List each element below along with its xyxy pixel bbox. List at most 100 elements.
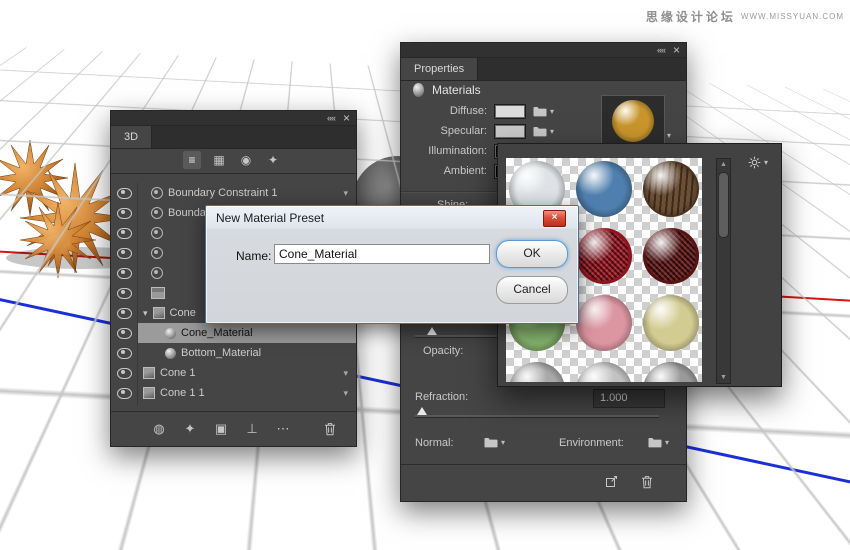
scene-row-boundary-constraint-1[interactable]: Boundary Constraint 1 <box>111 183 356 203</box>
delete-button[interactable] <box>324 422 336 436</box>
picker-menu-button[interactable] <box>748 156 768 169</box>
material-preview[interactable] <box>601 95 665 147</box>
material-preset-gray[interactable] <box>643 362 699 382</box>
material-preset-blue[interactable] <box>576 161 632 217</box>
materials-icon <box>413 83 424 97</box>
opacity-slider-handle[interactable] <box>427 327 437 335</box>
scene-filter-icon[interactable]: ≡ <box>183 151 201 169</box>
chevron-down-icon[interactable] <box>343 368 348 379</box>
material-preset-pink[interactable] <box>576 295 632 351</box>
material-preview-dropdown-arrow[interactable] <box>667 131 671 140</box>
folder-icon <box>533 105 547 117</box>
visibility-toggle[interactable] <box>111 223 137 243</box>
preset-cell <box>573 158 635 220</box>
visibility-toggle[interactable] <box>111 323 137 343</box>
preset-cell <box>640 359 702 382</box>
close-panel-button[interactable]: × <box>343 112 350 124</box>
diffuse-color-swatch[interactable] <box>494 103 526 119</box>
visibility-toggle[interactable] <box>111 383 137 403</box>
scroll-down-icon[interactable]: ▼ <box>717 374 730 381</box>
watermark-site-name: 思缘设计论坛 <box>645 10 736 24</box>
export-material-button[interactable] <box>605 475 618 488</box>
visibility-toggle[interactable] <box>111 343 137 363</box>
eye-icon <box>116 267 132 279</box>
visibility-toggle[interactable] <box>111 303 137 323</box>
specular-color-swatch[interactable] <box>494 123 526 139</box>
photoshop-3d-workspace: 思缘设计论坛 WWW.MISSYUAN.COM «« × 3D ≡ ▦ ◉ ✦ B… <box>0 0 850 550</box>
visibility-toggle[interactable] <box>111 183 137 203</box>
more-options-button[interactable]: ⋯ <box>275 421 291 437</box>
normal-texture-button[interactable] <box>484 436 505 448</box>
chevron-down-icon[interactable] <box>343 388 348 399</box>
3d-panel-toolbar: ◍ ✦ ▣ ⊥ ⋯ <box>111 411 356 446</box>
material-ball-icon <box>165 327 176 339</box>
chevron-down-icon[interactable] <box>343 188 348 199</box>
material-preset-dark-wood[interactable] <box>643 161 699 217</box>
refraction-label: Refraction: <box>415 391 469 403</box>
visibility-toggle[interactable] <box>111 243 137 263</box>
material-filter-icon[interactable]: ◉ <box>237 151 255 169</box>
dropdown-arrow-icon <box>501 438 505 447</box>
scene-row-cone-material[interactable]: Cone_Material <box>111 323 356 343</box>
eye-icon <box>116 387 132 399</box>
visibility-toggle[interactable] <box>111 263 137 283</box>
material-preset-red-weave[interactable] <box>576 228 632 284</box>
refraction-slider[interactable] <box>415 415 659 418</box>
new-light-button[interactable]: ✦ <box>182 421 198 437</box>
materials-title: Materials <box>432 83 481 97</box>
expand-chevron-icon[interactable] <box>143 309 148 318</box>
preset-cell <box>640 158 702 220</box>
diffuse-texture-button[interactable] <box>533 105 554 117</box>
light-filter-icon[interactable]: ✦ <box>264 151 282 169</box>
properties-bottom-bar <box>401 464 686 501</box>
dropdown-arrow-icon <box>665 438 669 447</box>
dialog-close-button[interactable]: × <box>543 210 566 227</box>
tab-3d[interactable]: 3D <box>111 126 153 148</box>
collapse-panel-button[interactable]: «« <box>657 45 666 55</box>
eye-icon <box>116 347 132 359</box>
dropdown-arrow-icon <box>550 107 554 116</box>
ground-plane-button[interactable]: ⊥ <box>244 421 260 437</box>
material-ball-icon <box>165 347 176 359</box>
eye-icon <box>116 247 132 259</box>
close-panel-button[interactable]: × <box>673 44 680 56</box>
scene-row-cone-1-1[interactable]: Cone 1 1 <box>111 383 356 403</box>
eye-icon <box>116 227 132 239</box>
diffuse-row: Diffuse: <box>401 101 601 121</box>
delete-material-button[interactable] <box>641 475 653 489</box>
collapse-panel-button[interactable]: «« <box>327 113 336 123</box>
preset-cell <box>506 359 568 382</box>
new-mesh-button[interactable]: ◍ <box>151 421 167 437</box>
visibility-toggle[interactable] <box>111 283 137 303</box>
cancel-button[interactable]: Cancel <box>496 276 568 304</box>
material-preset-pale-gold[interactable] <box>643 295 699 351</box>
refraction-slider-handle[interactable] <box>417 407 427 415</box>
new-object-button[interactable]: ▣ <box>213 421 229 437</box>
row-label: Bottom_Material <box>181 347 262 359</box>
scroll-up-icon[interactable]: ▲ <box>717 161 730 168</box>
properties-tabstrip: Properties <box>401 58 686 81</box>
material-preset-gray-stone[interactable] <box>509 362 565 382</box>
scene-row-bottom-material[interactable]: Bottom_Material <box>111 343 356 363</box>
picker-scrollbar[interactable]: ▲ ▼ <box>716 158 731 384</box>
scene-row-cone-1[interactable]: Cone 1 <box>111 363 356 383</box>
mesh-filter-icon[interactable]: ▦ <box>210 151 228 169</box>
material-preset-dark-red-weave[interactable] <box>643 228 699 284</box>
environment-texture-button[interactable] <box>648 436 669 448</box>
properties-panel-topbar[interactable]: «« × <box>401 43 686 58</box>
visibility-toggle[interactable] <box>111 363 137 383</box>
ok-button[interactable]: OK <box>496 240 568 268</box>
preset-cell <box>640 292 702 354</box>
visibility-toggle[interactable] <box>111 203 137 223</box>
tab-properties[interactable]: Properties <box>401 58 479 80</box>
refraction-value[interactable]: 1.000 <box>593 389 665 408</box>
specular-texture-button[interactable] <box>533 125 554 137</box>
folder-icon <box>484 436 498 448</box>
material-preset-light-gray[interactable] <box>576 362 632 382</box>
constraint-icon <box>151 267 163 279</box>
3d-panel-topbar[interactable]: «« × <box>111 111 356 126</box>
material-name-input[interactable] <box>274 244 490 264</box>
eye-icon <box>116 367 132 379</box>
illumination-label: Illumination: <box>428 145 487 157</box>
scrollbar-thumb[interactable] <box>718 172 729 238</box>
